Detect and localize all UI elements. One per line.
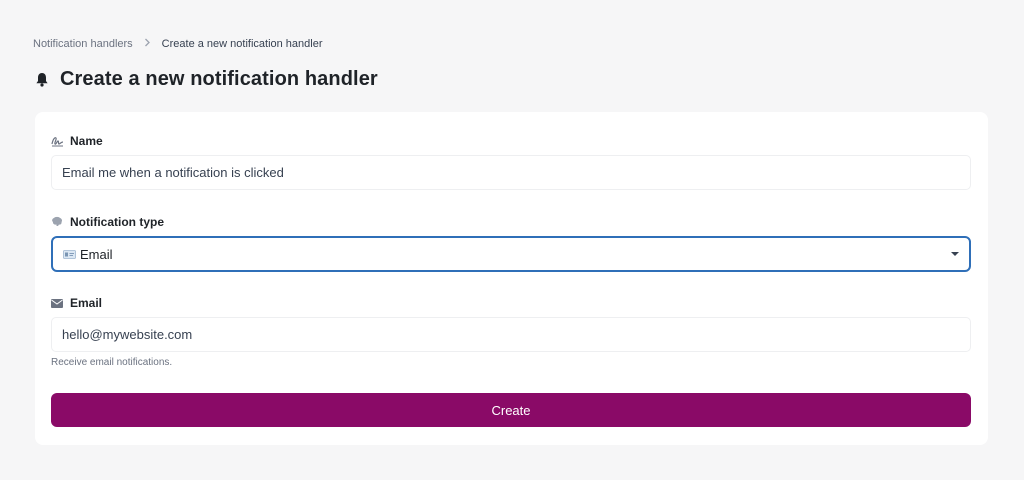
notification-type-select[interactable]: Email	[51, 236, 971, 272]
page-title: Create a new notification handler	[60, 68, 378, 90]
breadcrumb-current: Create a new notification handler	[161, 38, 323, 50]
id-card-icon	[63, 249, 76, 259]
page-header: Create a new notification handler	[35, 68, 378, 91]
signature-icon	[51, 135, 64, 147]
email-help-text: Receive email notifications.	[51, 357, 173, 368]
name-label: Name	[51, 134, 103, 148]
chevron-down-icon	[951, 252, 959, 256]
brain-icon	[51, 216, 64, 228]
email-label-text: Email	[70, 296, 103, 310]
email-input-value: hello@mywebsite.com	[62, 327, 193, 342]
notification-type-label: Notification type	[51, 215, 164, 229]
name-input[interactable]: Email me when a notification is clicked	[51, 155, 971, 190]
notification-type-label-text: Notification type	[70, 215, 165, 229]
envelope-icon	[51, 297, 64, 309]
breadcrumb-separator-icon	[144, 38, 151, 50]
name-label-text: Name	[70, 134, 103, 148]
create-button[interactable]: Create	[51, 393, 971, 427]
breadcrumb: Notification handlers Create a new notif…	[33, 38, 323, 50]
form-card: Name Email me when a notification is cli…	[35, 112, 988, 445]
email-input[interactable]: hello@mywebsite.com	[51, 317, 971, 352]
name-input-value: Email me when a notification is clicked	[62, 165, 284, 180]
breadcrumb-link-notification-handlers[interactable]: Notification handlers	[33, 38, 133, 50]
email-label: Email	[51, 296, 102, 310]
notification-type-selected: Email	[80, 246, 113, 262]
bell-icon	[35, 72, 49, 87]
